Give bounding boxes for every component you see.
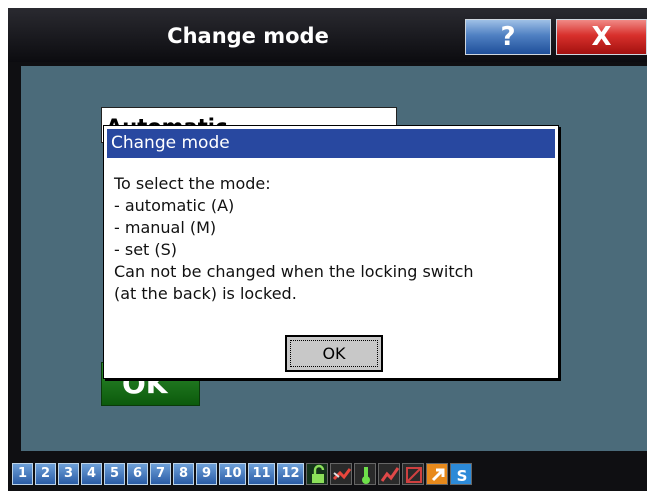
flag-icon[interactable] xyxy=(402,463,424,485)
tab-3[interactable]: 3 xyxy=(58,463,79,485)
svg-text:S: S xyxy=(457,467,468,485)
window-title: Change mode xyxy=(167,24,329,48)
lock-open-icon[interactable] xyxy=(306,463,328,485)
graph-icon[interactable] xyxy=(378,463,400,485)
tab-11[interactable]: 11 xyxy=(248,463,275,485)
dialog-ok-label: OK xyxy=(290,340,378,367)
tab-6[interactable]: 6 xyxy=(127,463,148,485)
close-button[interactable]: X xyxy=(556,19,647,55)
title-bar: Change mode xyxy=(8,8,647,62)
tab-9[interactable]: 9 xyxy=(196,463,217,485)
info-dialog: Change mode To select the mode: - automa… xyxy=(103,125,559,379)
dialog-line: - manual (M) xyxy=(114,218,217,237)
dialog-message: To select the mode: - automatic (A) - ma… xyxy=(114,173,554,305)
dialog-ok-button[interactable]: OK xyxy=(285,335,383,372)
s-icon[interactable]: S xyxy=(450,463,472,485)
dialog-title: Change mode xyxy=(107,129,555,158)
dialog-line: (at the back) is locked. xyxy=(114,284,297,303)
tab-12[interactable]: 12 xyxy=(277,463,304,485)
wind-icon[interactable] xyxy=(330,463,352,485)
tab-8[interactable]: 8 xyxy=(173,463,194,485)
help-button[interactable]: ? xyxy=(465,19,551,55)
tab-5[interactable]: 5 xyxy=(104,463,125,485)
dialog-line: - automatic (A) xyxy=(114,196,235,215)
tab-7[interactable]: 7 xyxy=(150,463,171,485)
arrow-icon[interactable] xyxy=(426,463,448,485)
dialog-line: - set (S) xyxy=(114,240,178,259)
dialog-line: Can not be changed when the locking swit… xyxy=(114,262,474,281)
tab-1[interactable]: 1 xyxy=(12,463,33,485)
tab-10[interactable]: 10 xyxy=(219,463,246,485)
thermometer-icon[interactable] xyxy=(354,463,376,485)
task-bar: 1 2 3 4 5 6 7 8 9 10 11 12 S xyxy=(8,457,647,491)
tab-4[interactable]: 4 xyxy=(81,463,102,485)
dialog-line: To select the mode: xyxy=(114,174,271,193)
tab-2[interactable]: 2 xyxy=(35,463,56,485)
